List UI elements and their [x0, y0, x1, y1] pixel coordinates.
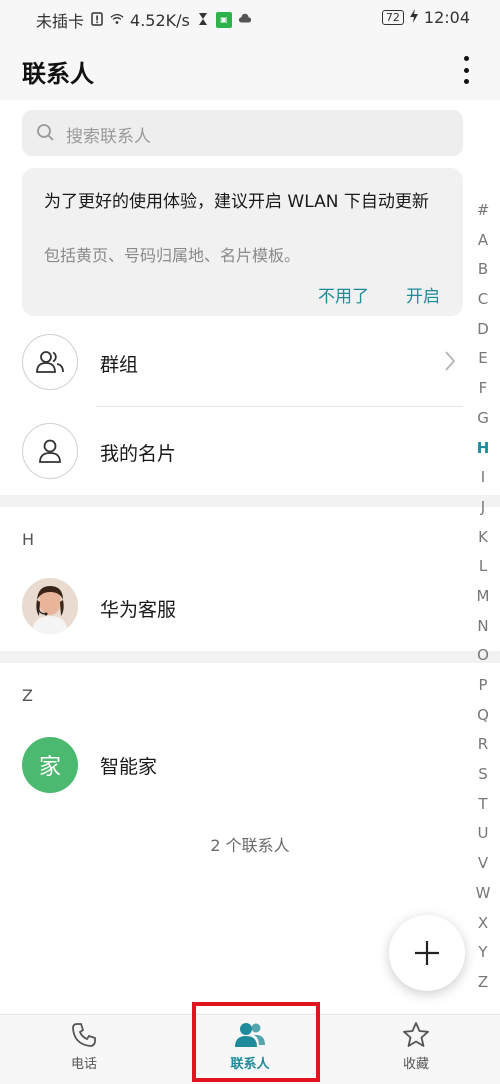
index-letter[interactable]: Q	[477, 701, 489, 731]
notice-subtext: 包括黄页、号码归属地、名片模板。	[44, 246, 301, 265]
my-card-label: 我的名片	[100, 443, 177, 465]
groups-icon	[22, 334, 78, 390]
clock-text: 12:04	[423, 8, 470, 27]
my-card-row[interactable]: 我的名片	[0, 407, 470, 495]
tab-favorites[interactable]: 收藏	[366, 1021, 466, 1081]
hourglass-icon	[196, 11, 210, 30]
section-header-z: Z	[22, 686, 33, 705]
enable-button[interactable]: 开启	[406, 282, 440, 307]
contact-name: 智能家	[100, 756, 158, 778]
search-input[interactable]: 搜索联系人	[22, 110, 463, 156]
section-separator	[0, 651, 500, 663]
contact-name: 华为客服	[100, 599, 177, 621]
highlight-annotation	[192, 1002, 320, 1082]
status-bar: 未插卡 4.52K/s ▣ 72 12:04	[0, 0, 500, 36]
chevron-right-icon	[444, 350, 456, 376]
plus-icon	[415, 941, 439, 965]
wifi-icon	[110, 11, 124, 30]
index-letter[interactable]: C	[478, 285, 488, 315]
carrier-text: 未插卡	[36, 12, 85, 31]
index-letter[interactable]: P	[478, 671, 487, 701]
index-letter[interactable]: #	[477, 196, 490, 226]
cloud-icon	[238, 11, 252, 30]
network-speed-text: 4.52K/s	[130, 10, 190, 30]
index-letter[interactable]: K	[478, 523, 488, 553]
alphabet-index[interactable]: # A B C D E F G H I J K L M N O P Q R S T U V W X Y Z	[472, 196, 494, 998]
battery-icon: 72	[381, 10, 404, 25]
groups-row[interactable]: 群组	[0, 318, 470, 406]
search-placeholder: 搜索联系人	[66, 127, 151, 147]
index-letter[interactable]: H	[477, 434, 490, 464]
charging-icon	[409, 8, 418, 27]
section-separator	[0, 495, 500, 507]
app-notification-icon: ▣	[215, 12, 232, 28]
index-letter[interactable]: L	[479, 552, 487, 582]
index-letter[interactable]: F	[479, 374, 488, 404]
index-letter[interactable]: S	[478, 760, 488, 790]
search-icon	[37, 124, 54, 141]
person-icon	[22, 423, 78, 479]
section-header-h: H	[22, 530, 35, 549]
index-letter[interactable]: G	[477, 404, 489, 434]
index-letter[interactable]: E	[478, 344, 487, 374]
index-letter[interactable]: J	[481, 493, 485, 523]
index-letter[interactable]: V	[478, 849, 488, 879]
index-letter[interactable]: W	[476, 879, 491, 909]
index-letter[interactable]: A	[478, 226, 488, 256]
tab-favorites-label: 收藏	[402, 1057, 429, 1072]
star-icon	[403, 1022, 429, 1047]
page-title: 联系人	[22, 60, 94, 88]
phone-icon	[72, 1023, 96, 1047]
sim-alert-icon	[90, 11, 104, 30]
notice-message: 为了更好的使用体验，建议开启 WLAN 下自动更新	[44, 192, 429, 212]
index-letter[interactable]: O	[477, 641, 489, 671]
more-vertical-icon[interactable]	[460, 56, 472, 84]
index-letter[interactable]: M	[477, 582, 490, 612]
index-letter[interactable]: Y	[478, 938, 487, 968]
index-letter[interactable]: D	[477, 315, 489, 345]
index-letter[interactable]: B	[478, 255, 488, 285]
index-letter[interactable]: N	[477, 612, 488, 642]
index-letter[interactable]: I	[481, 463, 485, 493]
contact-count: 2 个联系人	[210, 836, 290, 855]
index-letter[interactable]: X	[478, 909, 488, 939]
index-letter[interactable]: U	[478, 819, 489, 849]
dismiss-button[interactable]: 不用了	[318, 282, 369, 307]
add-contact-button[interactable]	[389, 915, 465, 991]
wlan-update-notice: 为了更好的使用体验，建议开启 WLAN 下自动更新 包括黄页、号码归属地、名片模…	[22, 168, 463, 316]
tab-phone[interactable]: 电话	[34, 1021, 134, 1081]
index-letter[interactable]: R	[478, 730, 488, 760]
contact-photo	[22, 578, 78, 634]
contact-initial-avatar: 家	[22, 737, 78, 793]
tab-phone-label: 电话	[70, 1057, 97, 1072]
groups-label: 群组	[100, 354, 139, 376]
index-letter[interactable]: T	[478, 790, 487, 820]
app-header: 联系人	[0, 36, 500, 100]
index-letter[interactable]: Z	[478, 968, 488, 998]
